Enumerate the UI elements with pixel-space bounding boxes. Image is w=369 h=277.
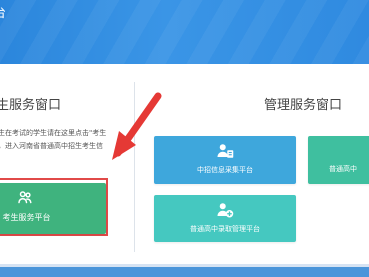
footer-bar [0, 264, 369, 277]
student-note: 生在考试的学生请在这里点击"考生 ，进入河南省普通高中招生考生信 [0, 127, 138, 153]
admission-management-platform-label: 普通高中录取管理平台 [190, 225, 260, 233]
admission-management-platform-button[interactable]: 普通高中录取管理平台 [154, 195, 296, 242]
main-panel: 生服务窗口 生在考试的学生请在这里点击"考生 ，进入河南省普通高中招生考生信 考… [0, 64, 369, 264]
admin-service-heading: 管理服务窗口 [264, 98, 343, 113]
student-service-button-label: 考生服务平台 [2, 213, 51, 222]
info-collection-platform-button[interactable]: 中招信息采集平台 [154, 136, 296, 184]
high-school-platform-label: 普通高中 [329, 165, 357, 173]
header-bar: 台 [0, 0, 369, 64]
user-doc-icon [217, 144, 234, 158]
info-collection-platform-label: 中招信息采集平台 [197, 166, 253, 174]
users-icon [18, 191, 32, 204]
portal-title: 台 [0, 2, 6, 21]
student-note-line-1: 生在考试的学生请在这里点击"考生 [0, 129, 107, 137]
student-note-line-2: ，进入河南省普通高中招生考生信 [0, 142, 103, 150]
student-service-button[interactable]: 考生服务平台 [0, 183, 106, 234]
panel-divider [134, 82, 135, 252]
student-service-heading: 生服务窗口 [0, 98, 62, 113]
user-add-icon [217, 203, 234, 218]
high-school-platform-button[interactable]: 普通高中 [308, 136, 369, 184]
